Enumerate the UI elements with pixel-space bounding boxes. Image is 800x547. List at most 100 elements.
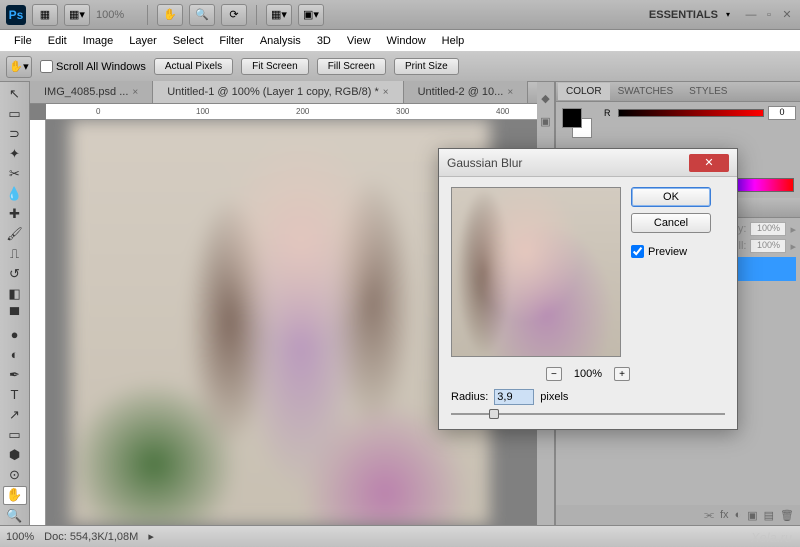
- radius-input[interactable]: [494, 389, 534, 405]
- zoom-in-button[interactable]: +: [614, 367, 630, 381]
- brush-tool[interactable]: 🖌: [3, 225, 27, 244]
- scroll-all-checkbox[interactable]: Scroll All Windows: [40, 60, 146, 73]
- status-doc-size[interactable]: Doc: 554,3K/1,08M: [44, 531, 138, 543]
- menu-filter[interactable]: Filter: [211, 32, 251, 50]
- history-brush-tool[interactable]: ↺: [3, 265, 27, 284]
- cancel-button[interactable]: Cancel: [631, 213, 711, 233]
- dialog-title: Gaussian Blur: [447, 156, 689, 170]
- link-layers-icon[interactable]: ⫘: [704, 509, 714, 522]
- type-tool[interactable]: T: [3, 385, 27, 404]
- tools-panel: ↖ ▭ ⊃ ✦ ✂ 💧 ✚ 🖌 ⎍ ↺ ◧ ▀ ● ◐ ✒ T ↗ ▭ ⬢ ⊙ …: [0, 82, 30, 525]
- layers-footer: ⫘ fx ◐ ▣ ▤ 🗑: [556, 505, 800, 525]
- hand-tool-preset[interactable]: ✋▾: [6, 56, 32, 78]
- 3d-camera-tool[interactable]: ⊙: [3, 466, 27, 485]
- maximize-button[interactable]: ▫: [762, 8, 776, 22]
- menu-edit[interactable]: Edit: [40, 32, 75, 50]
- move-tool[interactable]: ↖: [3, 84, 27, 103]
- eraser-tool[interactable]: ◧: [3, 285, 27, 304]
- dodge-tool[interactable]: ◐: [3, 345, 27, 364]
- doc-tab-1[interactable]: IMG_4085.psd ...×: [30, 81, 153, 103]
- doc-tab-3[interactable]: Untitled-2 @ 10...×: [404, 81, 529, 103]
- menu-analysis[interactable]: Analysis: [252, 32, 309, 50]
- status-bar: 100% Doc: 554,3K/1,08M ▸: [0, 525, 800, 547]
- layer-style-icon[interactable]: fx: [720, 509, 729, 521]
- print-size-button[interactable]: Print Size: [394, 58, 459, 75]
- hand-tool-button[interactable]: ✋: [157, 4, 183, 26]
- path-tool[interactable]: ↗: [3, 406, 27, 425]
- blur-tool[interactable]: ●: [3, 325, 27, 344]
- close-icon[interactable]: ×: [132, 87, 138, 98]
- pen-tool[interactable]: ✒: [3, 365, 27, 384]
- new-group-icon[interactable]: ▣: [747, 509, 757, 522]
- marquee-tool[interactable]: ▭: [3, 104, 27, 123]
- doc-tab-2[interactable]: Untitled-1 @ 100% (Layer 1 copy, RGB/8) …: [153, 81, 403, 103]
- view-extras-button[interactable]: ▦▾: [64, 4, 90, 26]
- gradient-tool[interactable]: ▀: [3, 305, 27, 324]
- workspace-switcher[interactable]: ESSENTIALS: [649, 9, 718, 21]
- panel-icon[interactable]: ▣: [540, 115, 550, 128]
- lasso-tool[interactable]: ⊃: [3, 124, 27, 143]
- zoom-tool-button[interactable]: 🔍: [189, 4, 215, 26]
- menu-file[interactable]: File: [6, 32, 40, 50]
- dialog-titlebar[interactable]: Gaussian Blur ✕: [439, 149, 737, 177]
- radius-slider[interactable]: [451, 413, 725, 415]
- launch-bridge-button[interactable]: ▦: [32, 4, 58, 26]
- app-logo: Ps: [6, 5, 26, 25]
- menu-image[interactable]: Image: [75, 32, 122, 50]
- status-zoom[interactable]: 100%: [6, 531, 34, 543]
- arrange-docs-button[interactable]: ▦▾: [266, 4, 292, 26]
- delete-layer-icon[interactable]: 🗑: [780, 509, 794, 522]
- shape-tool[interactable]: ▭: [3, 426, 27, 445]
- canvas-image: [70, 120, 490, 525]
- color-panel-header: COLOR SWATCHES STYLES: [556, 82, 800, 102]
- wand-tool[interactable]: ✦: [3, 144, 27, 163]
- tab-color[interactable]: COLOR: [558, 83, 610, 100]
- zoom-tool-t[interactable]: 🔍: [3, 506, 27, 525]
- r-value[interactable]: 0: [768, 106, 796, 120]
- menu-window[interactable]: Window: [379, 32, 434, 50]
- tab-styles[interactable]: STYLES: [681, 83, 735, 100]
- minimize-button[interactable]: —: [744, 8, 758, 22]
- opacity-field[interactable]: 100%: [750, 222, 786, 236]
- ruler-horizontal[interactable]: 0 100 200 300 400: [46, 104, 537, 120]
- stamp-tool[interactable]: ⎍: [3, 245, 27, 264]
- tab-swatches[interactable]: SWATCHES: [610, 83, 682, 100]
- radius-unit: pixels: [540, 391, 568, 403]
- radius-label: Radius:: [451, 391, 488, 403]
- menu-help[interactable]: Help: [434, 32, 473, 50]
- menu-layer[interactable]: Layer: [121, 32, 165, 50]
- gaussian-blur-dialog: Gaussian Blur ✕ OK Cancel Preview − 100%…: [438, 148, 738, 430]
- ok-button[interactable]: OK: [631, 187, 711, 207]
- new-layer-icon[interactable]: ▤: [764, 509, 774, 522]
- 3d-tool[interactable]: ⬢: [3, 446, 27, 465]
- menu-3d[interactable]: 3D: [309, 32, 339, 50]
- eyedropper-tool[interactable]: 💧: [3, 184, 27, 203]
- document-tabs: IMG_4085.psd ...× Untitled-1 @ 100% (Lay…: [30, 82, 537, 104]
- zoom-level-display[interactable]: 100%: [96, 9, 138, 21]
- actual-pixels-button[interactable]: Actual Pixels: [154, 58, 233, 75]
- fill-screen-button[interactable]: Fill Screen: [317, 58, 386, 75]
- panel-icon[interactable]: ◆: [541, 92, 549, 105]
- layer-mask-icon[interactable]: ◐: [735, 509, 742, 521]
- heal-tool[interactable]: ✚: [3, 205, 27, 224]
- preview-checkbox[interactable]: Preview: [631, 245, 711, 258]
- zoom-out-button[interactable]: −: [546, 367, 562, 381]
- hand-tool[interactable]: ✋: [3, 486, 27, 505]
- slider-thumb[interactable]: [489, 409, 499, 419]
- preview-pane[interactable]: [451, 187, 621, 357]
- rotate-view-button[interactable]: ⟳: [221, 4, 247, 26]
- menu-select[interactable]: Select: [165, 32, 212, 50]
- screen-mode-button[interactable]: ▣▾: [298, 4, 324, 26]
- fit-screen-button[interactable]: Fit Screen: [241, 58, 309, 75]
- crop-tool[interactable]: ✂: [3, 164, 27, 183]
- dialog-close-button[interactable]: ✕: [689, 154, 729, 172]
- foreground-background-swatches[interactable]: [562, 108, 594, 140]
- close-icon[interactable]: ×: [383, 87, 389, 98]
- menu-bar: File Edit Image Layer Select Filter Anal…: [0, 30, 800, 52]
- menu-view[interactable]: View: [339, 32, 379, 50]
- r-slider[interactable]: [618, 109, 764, 117]
- close-button[interactable]: ✕: [780, 8, 794, 22]
- close-icon[interactable]: ×: [507, 87, 513, 98]
- fill-field[interactable]: 100%: [750, 239, 786, 253]
- options-bar: ✋▾ Scroll All Windows Actual Pixels Fit …: [0, 52, 800, 82]
